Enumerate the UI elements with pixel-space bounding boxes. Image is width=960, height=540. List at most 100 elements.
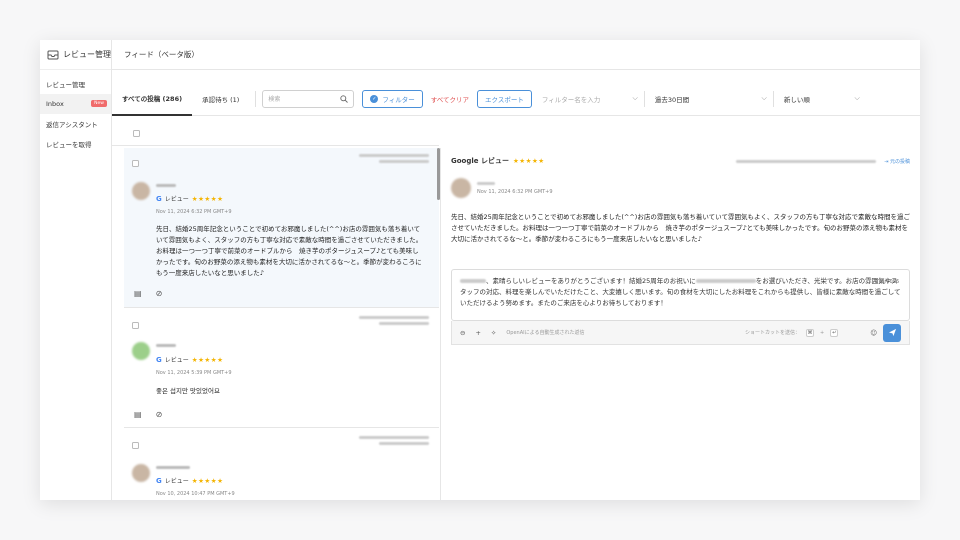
google-icon: G — [156, 194, 162, 203]
toolbar: すべての投稿 (286) 承認待ち (1) 検索 ✓ フィルター すべてクリア … — [112, 81, 920, 116]
filter-name-placeholder: フィルター名を入力 — [541, 95, 601, 104]
sidebar-item-review-management[interactable]: レビュー管理 — [40, 74, 111, 94]
sort-select[interactable]: 新しい順 ⌵ — [784, 94, 860, 104]
avatar — [132, 182, 150, 200]
inbox-logo-icon — [47, 50, 59, 59]
avatar — [451, 178, 471, 198]
review-date: Nov 11, 2024 6:32 PM GMT+9 — [156, 209, 232, 215]
detail-date: Nov 11, 2024 6:32 PM GMT+9 — [477, 188, 553, 195]
brand-name: レビュー管理 — [63, 50, 111, 59]
reply-textarea[interactable]: 、素晴らしいレビューをありがとうございます！結婚25周年のお祝いに をお選びいただ… — [451, 269, 910, 321]
sidebar-item-label: レビューを取得 — [46, 141, 92, 149]
send-button[interactable] — [883, 323, 901, 342]
period-value: 過去30日間 — [654, 95, 690, 104]
detail-review-text: 先日、結婚25周年記念ということで初めてお邪魔しました(^^)お店の雰囲気も落ち… — [451, 213, 910, 243]
avatar — [132, 342, 150, 360]
google-icon: G — [156, 355, 162, 364]
page-header: フィード（ベータ版） — [112, 40, 920, 70]
search-icon — [340, 94, 349, 103]
reviewer-name — [156, 466, 190, 469]
brand[interactable]: レビュー管理 — [40, 40, 111, 70]
approve-check-icon[interactable]: ⊘ — [156, 410, 163, 419]
clear-all-link[interactable]: すべてクリア — [431, 94, 469, 104]
review-card[interactable]: G レビュー ★★★★★ Nov 10, 2024 10:47 PM GMT+9 — [124, 430, 439, 500]
review-actions: ▤ ⊘ — [134, 289, 162, 298]
emoji-icon[interactable]: ☺ — [870, 329, 877, 337]
export-label: エクスポート — [485, 95, 524, 104]
google-icon: G — [156, 476, 162, 485]
sidebar: レビュー管理 レビュー管理 Inbox New 返信アシスタント レビューを取得 — [40, 40, 112, 500]
review-checkbox[interactable] — [132, 322, 139, 329]
detail-title: Google レビュー — [451, 157, 509, 165]
review-source-line: G レビュー ★★★★★ — [156, 476, 224, 486]
review-text: 좋은 섭지만 맛있었어요 — [156, 387, 220, 395]
filter-icon: ✓ — [370, 94, 379, 103]
avatar — [132, 464, 150, 482]
assign-icon[interactable]: ▤ — [134, 410, 142, 419]
rating-stars: ★★★★★ — [191, 476, 224, 485]
review-source-line: G レビュー ★★★★★ — [156, 194, 224, 204]
review-date: Nov 11, 2024 5:39 PM GMT+9 — [156, 370, 232, 376]
review-card[interactable]: G レビュー ★★★★★ Nov 11, 2024 6:32 PM GMT+9 … — [124, 148, 439, 308]
review-card[interactable]: G レビュー ★★★★★ Nov 11, 2024 5:39 PM GMT+9 … — [124, 310, 439, 428]
reviewer-name — [477, 181, 495, 185]
new-badge: New — [91, 100, 107, 107]
emoji-minus-icon[interactable]: ⊖ — [460, 329, 465, 337]
period-select[interactable]: 過去30日間 ⌵ — [655, 94, 767, 104]
review-location-meta — [359, 436, 429, 448]
ai-hint: OpenAIによる自動生成された返信 — [506, 330, 585, 336]
sidebar-item-fetch-reviews[interactable]: レビューを取得 — [40, 134, 111, 154]
original-post-label: 元の投稿 — [889, 158, 910, 165]
detail-header-right: ⇥ 元の投稿 — [736, 158, 910, 165]
assign-icon[interactable]: ▤ — [134, 289, 142, 298]
filter-button[interactable]: ✓ フィルター — [362, 89, 423, 108]
reviewer-name — [156, 184, 176, 187]
original-post-link[interactable]: ⇥ 元の投稿 — [884, 158, 910, 165]
filter-name-select[interactable]: フィルター名を入力 ⌵ — [542, 94, 638, 104]
sort-value: 新しい順 — [783, 95, 810, 104]
filter-label: フィルター — [382, 95, 415, 104]
search-input[interactable]: 検索 — [262, 89, 355, 108]
app-window: レビュー管理 レビュー管理 Inbox New 返信アシスタント レビューを取得… — [40, 40, 920, 500]
review-source-label: レビュー — [164, 196, 189, 203]
reply-toolbar-right: ショートカットを送信： ⌘ + ↵ ☺ — [745, 323, 901, 342]
blurred-name — [460, 279, 486, 283]
list-header — [112, 122, 439, 146]
sidebar-item-inbox[interactable]: Inbox New — [40, 94, 111, 114]
search-placeholder: 検索 — [268, 96, 281, 103]
tab-all-posts[interactable]: すべての投稿 (286) — [112, 81, 193, 116]
command-key-icon: ⌘ — [806, 328, 815, 337]
send-icon — [888, 328, 896, 337]
review-date: Nov 10, 2024 10:47 PM GMT+9 — [156, 491, 235, 497]
reply-text-part1: 、素晴らしいレビューをありがとうございます！結婚25周年のお祝いに — [486, 277, 696, 285]
divider — [772, 90, 774, 107]
chevron-down-icon: ⌵ — [854, 94, 860, 102]
location-meta — [736, 159, 877, 163]
select-all-checkbox[interactable] — [133, 130, 140, 137]
detail-header: Google レビュー ★★★★★ ⇥ 元の投稿 — [451, 156, 910, 166]
shortcut-label: ショートカットを送信： — [745, 330, 801, 336]
review-source-line: G レビュー ★★★★★ — [156, 355, 223, 365]
chevron-down-icon: ⌵ — [632, 94, 638, 102]
approve-check-icon[interactable]: ⊘ — [156, 289, 163, 298]
export-button[interactable]: エクスポート — [477, 89, 532, 108]
reviewer-name — [156, 344, 176, 347]
rating-stars: ★★★★★ — [191, 194, 224, 203]
page-title: フィード（ベータ版） — [124, 50, 199, 59]
review-checkbox[interactable] — [132, 442, 139, 449]
sidebar-item-reply-assistant[interactable]: 返信アシスタント — [40, 114, 111, 134]
divider — [643, 90, 645, 107]
review-source-label: レビュー — [164, 357, 189, 364]
review-checkbox[interactable] — [132, 160, 139, 167]
chevron-down-icon: ⌵ — [761, 94, 767, 102]
review-location-meta — [359, 154, 429, 166]
tab-pending[interactable]: 承認待ち (1) — [192, 82, 249, 116]
char-count: 170/4096 — [875, 279, 899, 285]
blurred-store-name — [695, 279, 756, 283]
shortcut-plus: + — [820, 329, 825, 336]
ai-sparkle-icon[interactable]: ✧ — [491, 329, 496, 337]
rating-stars: ★★★★★ — [512, 157, 545, 165]
add-icon[interactable]: + — [475, 329, 480, 337]
review-text: 先日、結婚25周年記念ということで初めてお邪魔しました(^^)お店の雰囲気も落ち… — [156, 225, 423, 277]
review-list: G レビュー ★★★★★ Nov 11, 2024 6:32 PM GMT+9 … — [124, 148, 439, 500]
